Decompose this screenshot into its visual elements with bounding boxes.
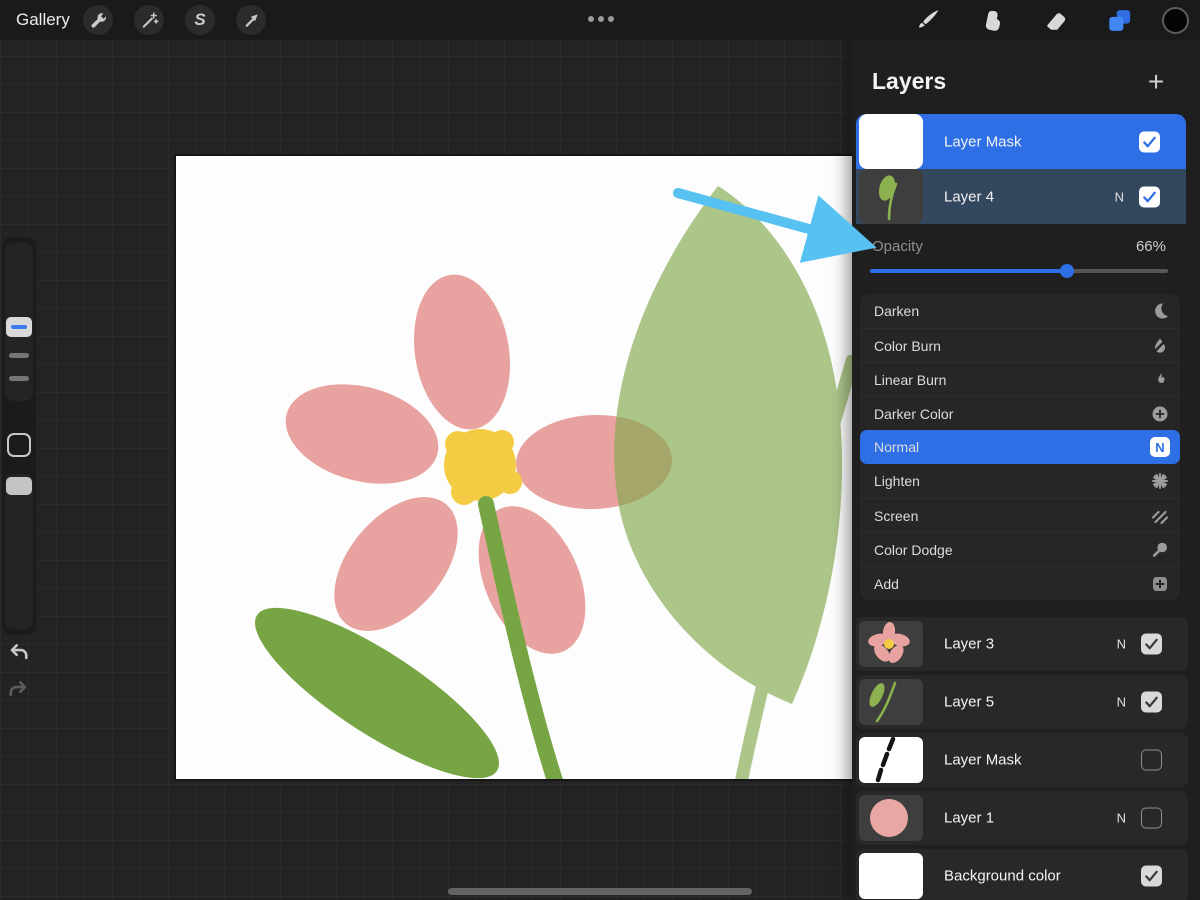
layers-panel-title: Layers — [872, 68, 946, 95]
brush-size-slider-handle[interactable] — [6, 317, 32, 337]
opacity-label: Opacity — [872, 238, 923, 255]
diagonal-lines-icon — [1150, 506, 1170, 526]
layer-visibility-checkbox[interactable] — [1141, 750, 1162, 771]
blend-mode-normal-selected[interactable]: Normal N — [860, 430, 1180, 464]
layer-visibility-checkbox[interactable] — [1139, 186, 1160, 207]
brush-opacity-slider[interactable] — [5, 474, 33, 629]
slider-tick — [9, 353, 29, 358]
blend-mode-linear-burn[interactable]: Linear Burn — [860, 362, 1180, 396]
layer-visibility-checkbox[interactable] — [1139, 131, 1160, 152]
layer-visibility-checkbox[interactable] — [1141, 634, 1162, 655]
horizontal-scroll-indicator[interactable] — [448, 888, 752, 895]
canvas-artwork — [176, 156, 852, 779]
blend-mode-add[interactable]: Add — [860, 566, 1180, 600]
modify-button[interactable] — [7, 433, 31, 457]
layer-name: Layer Mask — [944, 752, 1022, 769]
layers-panel: Layers + Layer Mask Layer 4 N — [852, 40, 1200, 900]
add-layer-button[interactable]: + — [1140, 66, 1172, 98]
drawing-canvas[interactable] — [176, 156, 852, 779]
top-toolbar: Gallery S — [0, 0, 1200, 40]
normal-badge-icon: N — [1150, 437, 1170, 457]
layer-thumbnail-white[interactable] — [859, 853, 923, 899]
selection-button[interactable]: S — [185, 5, 215, 35]
opacity-slider-fill — [870, 269, 1067, 273]
brush-opacity-slider-handle[interactable] — [6, 477, 32, 495]
brush-icon — [915, 7, 941, 33]
eraser-tool-button[interactable] — [1041, 6, 1069, 34]
layer-name: Layer Mask — [944, 133, 1022, 150]
actions-button[interactable] — [83, 5, 113, 35]
layer-name: Layer 5 — [944, 694, 994, 711]
blend-mode-letter[interactable]: N — [1115, 189, 1124, 204]
moon-icon — [1150, 301, 1170, 321]
brush-tool-button[interactable] — [914, 6, 942, 34]
blend-mode-list: Darken Color Burn Linear Burn Darker Col… — [860, 294, 1180, 600]
layer-thumbnail-white[interactable] — [859, 114, 923, 169]
layer-thumbnail-mask-strokes[interactable] — [859, 737, 923, 783]
transform-arrow-icon — [242, 11, 261, 30]
undo-button[interactable] — [6, 640, 31, 670]
layer-thumbnail-leaf-sprout[interactable] — [859, 169, 923, 224]
blend-mode-letter[interactable]: N — [1117, 637, 1126, 652]
blend-mode-screen[interactable]: Screen — [860, 498, 1180, 532]
opacity-section: Opacity 66% — [852, 224, 1200, 294]
layers-tool-button[interactable] — [1104, 6, 1132, 34]
smudge-finger-icon — [980, 8, 1005, 33]
slider-tick — [9, 376, 29, 381]
blend-mode-color-dodge[interactable]: Color Dodge — [860, 532, 1180, 566]
layers-icon — [1105, 7, 1132, 34]
layer-name: Layer 3 — [944, 636, 994, 653]
blend-mode-darker-color[interactable]: Darker Color — [860, 396, 1180, 430]
layer-row-layer-5[interactable]: Layer 5 N — [856, 675, 1188, 729]
blend-mode-darken[interactable]: Darken — [860, 294, 1180, 328]
layer-visibility-checkbox[interactable] — [1141, 808, 1162, 829]
magic-wand-icon — [140, 11, 159, 30]
flame-icon — [1150, 370, 1170, 390]
opacity-value: 66% — [1136, 238, 1166, 255]
layer-name: Layer 4 — [944, 188, 994, 205]
layer-thumbnail-flower[interactable] — [859, 621, 923, 667]
layer-row-layer-1[interactable]: Layer 1 N — [856, 791, 1188, 845]
redo-button[interactable] — [6, 677, 31, 707]
sidebar — [2, 237, 36, 635]
selection-s-icon: S — [194, 10, 205, 30]
gallery-button[interactable]: Gallery — [16, 10, 70, 30]
drop-slash-icon — [1150, 336, 1170, 356]
starburst-icon — [1150, 471, 1170, 491]
canvas-menu-button[interactable] — [588, 16, 614, 22]
blend-mode-letter[interactable]: N — [1117, 695, 1126, 710]
layer-name: Layer 1 — [944, 810, 994, 827]
blend-mode-color-burn[interactable]: Color Burn — [860, 328, 1180, 362]
layer-thumbnail-stem[interactable] — [859, 679, 923, 725]
layer-row-layer-mask[interactable]: Layer Mask — [856, 733, 1188, 787]
layer-thumbnail-pink-circle[interactable] — [859, 795, 923, 841]
layer-row-layer-mask-selected[interactable]: Layer Mask — [856, 114, 1186, 169]
blend-mode-letter[interactable]: N — [1117, 811, 1126, 826]
smudge-tool-button[interactable] — [978, 6, 1006, 34]
color-tool-button[interactable] — [1161, 6, 1189, 34]
layer-visibility-checkbox[interactable] — [1141, 692, 1162, 713]
blend-mode-lighten[interactable]: Lighten — [860, 464, 1180, 498]
square-plus-icon — [1150, 574, 1170, 594]
layer-row-background-color[interactable]: Background color — [856, 849, 1188, 900]
layer-visibility-checkbox[interactable] — [1141, 866, 1162, 887]
adjustments-button[interactable] — [134, 5, 164, 35]
layer-row-layer-4-selected[interactable]: Layer 4 N — [856, 169, 1186, 224]
wrench-icon — [89, 11, 108, 30]
layer-name: Background color — [944, 868, 1061, 885]
undo-icon — [6, 640, 31, 665]
transform-button[interactable] — [236, 5, 266, 35]
opacity-slider[interactable] — [870, 269, 1168, 273]
dodge-lollipop-icon — [1150, 540, 1170, 560]
circle-plus-icon — [1150, 404, 1170, 424]
redo-icon — [6, 677, 31, 702]
opacity-slider-handle[interactable] — [1060, 264, 1074, 278]
eraser-icon — [1043, 8, 1068, 33]
layer-row-layer-3[interactable]: Layer 3 N — [856, 617, 1188, 671]
color-swatch-icon — [1162, 7, 1189, 34]
